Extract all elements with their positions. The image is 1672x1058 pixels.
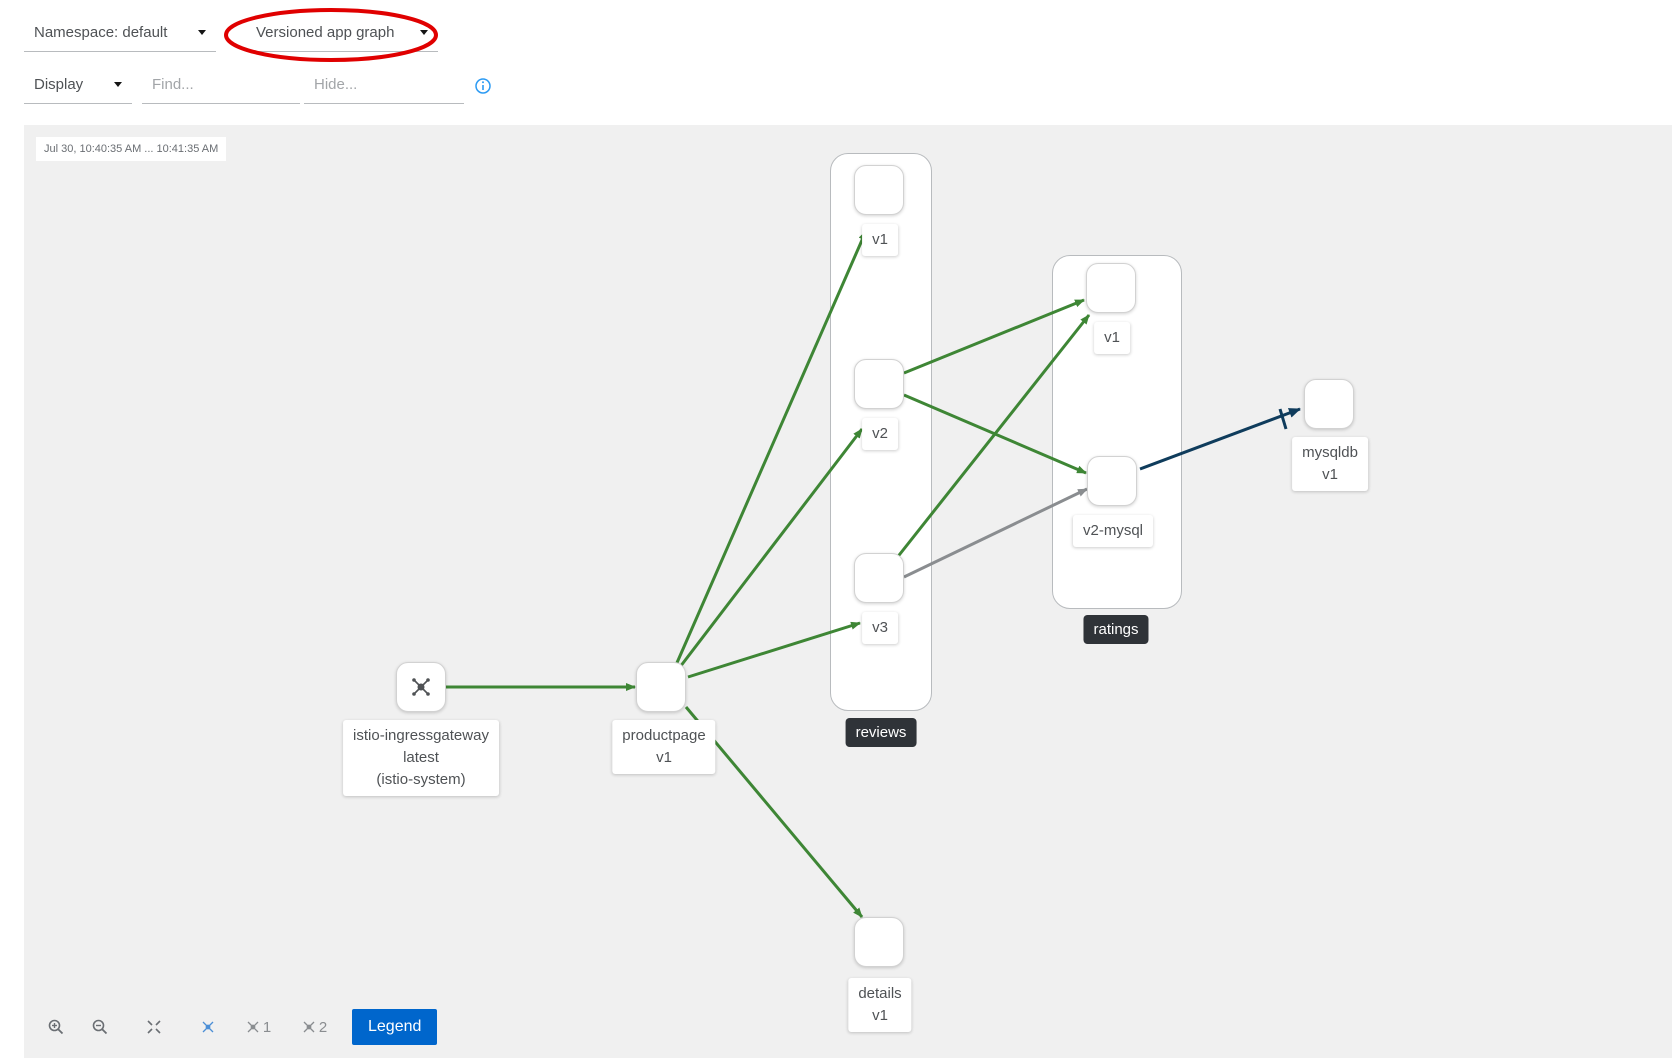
node-label-line: istio-ingressgateway bbox=[353, 727, 489, 744]
node-label-details: details v1 bbox=[848, 978, 912, 1032]
node-label-line: v1 bbox=[872, 1007, 888, 1024]
zoom-out-icon bbox=[92, 1019, 108, 1035]
layout-1-button[interactable]: 1 bbox=[230, 1007, 286, 1047]
node-label-reviews-v1: v1 bbox=[862, 224, 898, 256]
node-label-line: productpage bbox=[622, 727, 706, 744]
find-input[interactable] bbox=[142, 66, 300, 104]
node-label-istio-ingressgateway: istio-ingressgateway latest (istio-syste… bbox=[343, 720, 499, 796]
node-label-productpage: productpage v1 bbox=[612, 720, 716, 774]
chevron-down-icon bbox=[198, 30, 206, 35]
node-reviews-v1[interactable] bbox=[854, 165, 904, 215]
edge-reviews-v3-ratings-v2mysql[interactable] bbox=[903, 487, 1088, 579]
display-dropdown[interactable]: Display bbox=[24, 66, 132, 104]
hide-input[interactable] bbox=[304, 66, 464, 104]
node-label-line: details bbox=[858, 985, 902, 1002]
node-label-line: mysqldb bbox=[1302, 444, 1358, 461]
layout-2-label: 2 bbox=[318, 1018, 328, 1036]
node-label-line: (istio-system) bbox=[376, 771, 466, 788]
node-reviews-v2[interactable] bbox=[854, 359, 904, 409]
node-label-line: v1 bbox=[1322, 466, 1338, 483]
edge-productpage-reviews-v1[interactable] bbox=[674, 230, 868, 666]
tcp-edge-marker bbox=[1278, 408, 1288, 430]
node-label-ratings-v1: v1 bbox=[1094, 322, 1130, 354]
zoom-out-button[interactable] bbox=[78, 1007, 122, 1047]
node-ratings-v1[interactable] bbox=[1086, 263, 1136, 313]
edge-reviews-v3-ratings-v1[interactable] bbox=[894, 314, 1091, 560]
graph-edges bbox=[446, 230, 1301, 918]
layout-icon bbox=[202, 1021, 214, 1033]
edge-reviews-v2-ratings-v1[interactable] bbox=[903, 298, 1085, 375]
graph-canvas[interactable]: Jul 30, 10:40:35 AM ... 10:41:35 AM revi… bbox=[24, 125, 1672, 1058]
chevron-down-icon bbox=[114, 82, 122, 87]
node-reviews-v3[interactable] bbox=[854, 553, 904, 603]
node-label-reviews-v3: v3 bbox=[862, 612, 898, 644]
node-details-v1[interactable] bbox=[854, 917, 904, 967]
node-mysqldb-v1[interactable] bbox=[1304, 379, 1354, 429]
graph-type-dropdown[interactable]: Versioned app graph bbox=[246, 14, 438, 52]
node-label-reviews-v2: v2 bbox=[862, 418, 898, 450]
expand-icon bbox=[147, 1020, 161, 1034]
layout-2-button[interactable]: 2 bbox=[286, 1007, 342, 1047]
layout-icon bbox=[247, 1021, 259, 1033]
gateway-icon bbox=[412, 678, 430, 696]
node-productpage-v1[interactable] bbox=[636, 662, 686, 712]
zoom-in-icon bbox=[48, 1019, 64, 1035]
node-label-line: v1 bbox=[656, 749, 672, 766]
edge-productpage-reviews-v3[interactable] bbox=[687, 621, 861, 679]
graph-controls: 1 2 Legend bbox=[34, 1007, 438, 1047]
node-label-ratings-v2-mysql: v2-mysql bbox=[1072, 515, 1154, 547]
node-label-line: latest bbox=[403, 749, 439, 766]
zoom-in-button[interactable] bbox=[34, 1007, 78, 1047]
group-label-ratings[interactable]: ratings bbox=[1083, 615, 1149, 644]
group-label-reviews[interactable]: reviews bbox=[845, 718, 917, 747]
chevron-down-icon bbox=[420, 30, 428, 35]
node-ratings-v2-mysql[interactable] bbox=[1087, 456, 1137, 506]
info-icon[interactable] bbox=[474, 77, 492, 95]
legend-button[interactable]: Legend bbox=[352, 1009, 438, 1045]
display-dropdown-label: Display bbox=[34, 76, 84, 93]
layout-1-label: 1 bbox=[262, 1018, 272, 1036]
edge-ratings-v2mysql-mysqldb[interactable] bbox=[1139, 407, 1301, 471]
namespace-dropdown-label: Namespace: default bbox=[34, 24, 168, 41]
layout-default-button[interactable] bbox=[186, 1007, 230, 1047]
layout-icon bbox=[303, 1021, 315, 1033]
fit-to-screen-button[interactable] bbox=[132, 1007, 176, 1047]
node-istio-ingressgateway[interactable] bbox=[396, 662, 446, 712]
namespace-dropdown[interactable]: Namespace: default bbox=[24, 14, 216, 52]
node-label-mysqldb: mysqldb v1 bbox=[1292, 437, 1368, 491]
graph-type-dropdown-label: Versioned app graph bbox=[256, 24, 395, 41]
